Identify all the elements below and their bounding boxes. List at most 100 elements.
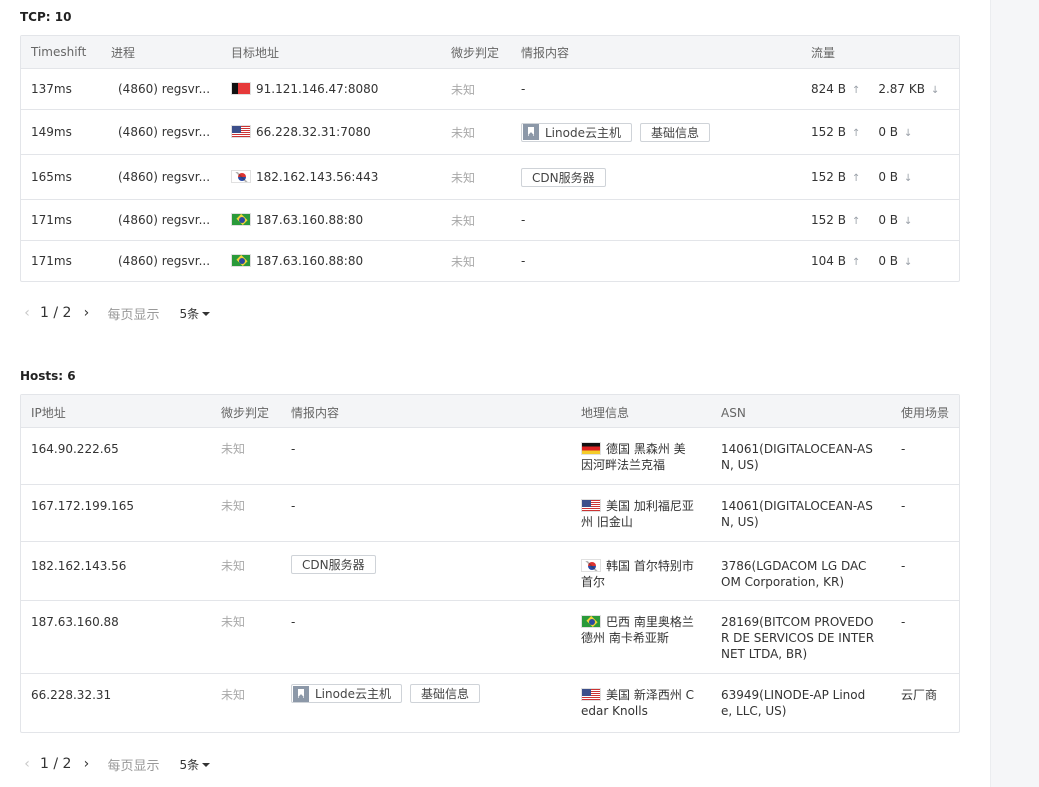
target-address: 182.162.143.56:443 [256, 170, 379, 184]
row-verdict: 未知 [451, 170, 476, 185]
page-size-select[interactable]: 5条 [179, 756, 211, 773]
chevron-right-icon[interactable]: › [79, 756, 93, 772]
intel-tag-basic-info[interactable]: 基础信息 [639, 122, 710, 142]
table-row[interactable]: 137ms (4860) regsvr... 91.121.146.47:808… [21, 69, 959, 110]
table-row[interactable]: 167.172.199.165 未知 - 美国 加利福尼亚州 旧金山 14061… [21, 485, 959, 542]
page-indicator: 1 / 2 [40, 305, 72, 321]
intel-tag-cdn[interactable]: CDN服务器 [291, 555, 376, 574]
row-traffic: 104 B ↑ 0 B ↓ [801, 254, 959, 268]
row-verdict: 未知 [451, 82, 476, 97]
tcp-table: Timeshift 进程 目标地址 微步判定 情报内容 流量 137ms (48… [20, 35, 960, 282]
row-geo: 美国 加利福尼亚州 旧金山 [571, 485, 711, 540]
right-side-panel [990, 0, 1039, 787]
chevron-left-icon[interactable]: ‹ [20, 756, 34, 772]
table-row[interactable]: 165ms (4860) regsvr... 182.162.143.56:44… [21, 155, 959, 200]
intel-tag-linode[interactable]: Linode云主机 [291, 684, 402, 703]
row-asn: 3786(LGDACOM LG DACOM Corporation, KR) [721, 559, 867, 589]
hosts-table-header: IP地址 微步判定 情报内容 地理信息 ASN 使用场景 [21, 395, 959, 428]
col-process: 进程 [111, 45, 136, 60]
intel-tag-linode[interactable]: Linode云主机 [521, 122, 632, 142]
usa-flag-icon [581, 499, 601, 512]
row-time: 171ms [31, 213, 72, 227]
col-intel: 情报内容 [291, 405, 340, 420]
row-verdict: 未知 [221, 499, 246, 513]
per-page-label: 每页显示 [107, 758, 160, 774]
row-intel: - [521, 254, 526, 268]
arrow-down-icon: ↓ [904, 216, 913, 227]
south-korea-flag-icon [581, 559, 601, 572]
traffic-down: 0 B [878, 170, 899, 184]
traffic-down: 0 B [878, 125, 899, 139]
row-target: 91.121.146.47:8080 [221, 82, 441, 96]
usa-flag-icon [231, 125, 251, 138]
bookmark-icon [293, 685, 309, 702]
row-target: 182.162.143.56:443 [221, 170, 441, 184]
row-ip: 167.172.199.165 [31, 499, 135, 513]
traffic-up: 152 B [811, 170, 846, 184]
table-row[interactable]: 171ms (4860) regsvr... 187.63.160.88:80 … [21, 200, 959, 241]
row-process: (4860) regsvr... [118, 254, 211, 268]
row-target: 66.228.32.31:7080 [221, 125, 441, 139]
row-ip: 66.228.32.31 [31, 688, 112, 702]
arrow-down-icon: ↓ [904, 173, 913, 184]
row-traffic: 152 B ↑ 0 B ↓ [801, 213, 959, 227]
col-traffic: 流量 [811, 45, 836, 60]
row-verdict: 未知 [451, 213, 476, 228]
traffic-down: 0 B [878, 254, 899, 268]
row-intel: - [291, 499, 296, 513]
row-asn: 14061(DIGITALOCEAN-ASN, US) [721, 442, 873, 472]
arrow-down-icon: ↓ [904, 257, 913, 268]
intel-tag-cdn[interactable]: CDN服务器 [521, 167, 606, 187]
table-row[interactable]: 187.63.160.88 未知 - 巴西 南里奥格兰德州 南卡希亚斯 2816… [21, 601, 959, 674]
target-address: 66.228.32.31:7080 [256, 125, 371, 139]
row-verdict: 未知 [221, 615, 246, 629]
tcp-table-header: Timeshift 进程 目标地址 微步判定 情报内容 流量 [21, 36, 959, 69]
row-time: 149ms [31, 125, 72, 139]
traffic-down: 2.87 KB [878, 82, 925, 96]
row-intel: - [291, 615, 296, 629]
intel-tag-basic-info[interactable]: 基础信息 [409, 684, 480, 703]
row-traffic: 152 B ↑ 0 B ↓ [801, 170, 959, 184]
row-process: (4860) regsvr... [118, 170, 211, 184]
row-verdict: 未知 [221, 559, 246, 573]
usa-flag-icon [581, 688, 601, 701]
col-geo: 地理信息 [581, 405, 630, 420]
target-address: 187.63.160.88:80 [256, 213, 364, 227]
tcp-title: TCP: 10 [20, 10, 72, 24]
row-geo: 巴西 南里奥格兰德州 南卡希亚斯 [571, 601, 711, 656]
row-asn: 14061(DIGITALOCEAN-ASN, US) [721, 499, 873, 529]
row-intel: Linode云主机 基础信息 [281, 674, 571, 713]
row-verdict: 未知 [451, 125, 476, 140]
arrow-up-icon: ↑ [851, 85, 861, 96]
row-asn: 63949(LINODE-AP Linode, LLC, US) [721, 688, 866, 718]
row-scene: 云厂商 [901, 688, 938, 702]
table-row[interactable]: 164.90.222.65 未知 - 德国 黑森州 美因河畔法兰克福 14061… [21, 428, 959, 485]
tcp-pagination: ‹ 1 / 2 › 每页显示 5条 [20, 303, 960, 323]
table-row[interactable]: 66.228.32.31 未知 Linode云主机 基础信息 美国 新泽西州 Ce… [21, 674, 959, 732]
bookmark-icon [523, 124, 539, 140]
page-size-select[interactable]: 5条 [179, 305, 211, 322]
row-target: 187.63.160.88:80 [221, 213, 441, 227]
row-ip: 164.90.222.65 [31, 442, 119, 456]
col-verdict: 微步判定 [451, 45, 500, 60]
belgium-flag-icon [231, 82, 251, 95]
row-asn: 28169(BITCOM PROVEDOR DE SERVICOS DE INT… [721, 615, 875, 661]
arrow-up-icon: ↑ [851, 216, 861, 227]
table-row[interactable]: 149ms (4860) regsvr... 66.228.32.31:7080… [21, 110, 959, 155]
chevron-left-icon[interactable]: ‹ [20, 305, 34, 321]
col-verdict: 微步判定 [221, 405, 270, 420]
hosts-title: Hosts: 6 [20, 369, 76, 383]
table-row[interactable]: 171ms (4860) regsvr... 187.63.160.88:80 … [21, 241, 959, 281]
arrow-up-icon: ↑ [851, 257, 861, 268]
row-scene: - [901, 615, 906, 629]
page-size-value: 5条 [179, 306, 200, 321]
col-ip: IP地址 [31, 405, 66, 420]
hosts-section: Hosts: 6 IP地址 微步判定 情报内容 地理信息 ASN 使用场景 16… [20, 368, 960, 774]
traffic-up: 152 B [811, 125, 846, 139]
table-row[interactable]: 182.162.143.56 未知 CDN服务器 韩国 首尔特别市首尔 3786… [21, 542, 959, 601]
row-time: 171ms [31, 254, 72, 268]
col-timeshift: Timeshift [31, 45, 87, 59]
row-intel: CDN服务器 [511, 167, 801, 187]
chevron-right-icon[interactable]: › [79, 305, 93, 321]
target-address: 91.121.146.47:8080 [256, 82, 379, 96]
